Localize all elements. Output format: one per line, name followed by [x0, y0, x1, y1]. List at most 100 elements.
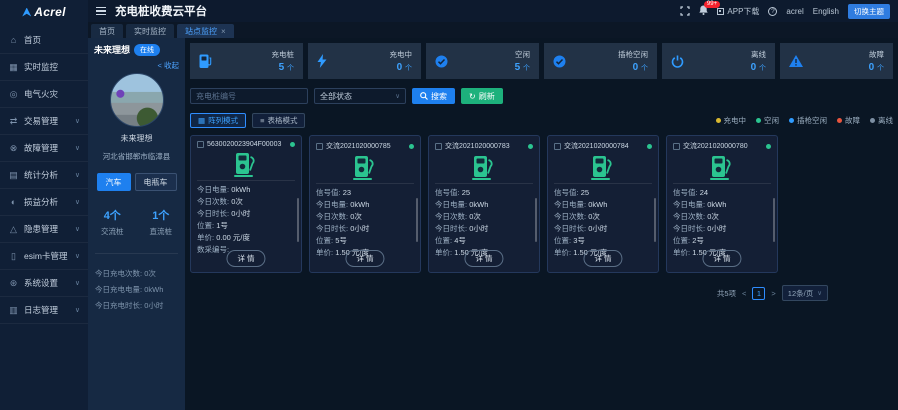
page-size-select[interactable]: 12条/页 ∨: [781, 285, 828, 301]
pile-card: 交流2021020000784 信号值: 25 今日电量: 0kWh 今日次数:…: [547, 135, 659, 273]
status-dot: [647, 143, 652, 149]
chevron-down-icon: ∨: [74, 226, 80, 233]
card-checkbox[interactable]: [316, 142, 323, 150]
pagination-total: 共5项: [716, 288, 737, 298]
card-scrollbar[interactable]: [654, 198, 656, 242]
page-title: 充电桩收费云平台: [115, 6, 207, 18]
stat-label: 离线: [751, 50, 766, 59]
pile-id: 5630020023904F00003: [207, 141, 282, 148]
profit-analysis-icon: ◐: [10, 197, 17, 207]
vehicle-tab-car[interactable]: 汽车: [96, 173, 131, 191]
card-scrollbar[interactable]: [773, 198, 775, 242]
card-checkbox[interactable]: [197, 141, 204, 148]
status-select[interactable]: 全部状态 ∨: [314, 88, 406, 104]
next-page-button[interactable]: >: [771, 289, 775, 298]
top-header: 充电桩收费云平台 99+ APP下载 ? acrel English 切换主题: [88, 0, 898, 22]
sidebar-item-statistics[interactable]: ▤ 统计分析 ∨: [0, 162, 88, 189]
status-dot: [409, 143, 414, 149]
sidebar-item-home[interactable]: ⌂ 首页: [0, 27, 88, 54]
tab-home[interactable]: 首页: [91, 24, 123, 38]
refresh-icon: ↻: [469, 91, 476, 101]
app-download-link[interactable]: APP下载: [717, 6, 759, 17]
legend-offline: 离线: [870, 115, 893, 126]
tab-realtime-monitor[interactable]: 实时监控: [126, 24, 174, 38]
charging-pile-icon: [353, 156, 374, 180]
pile-number-input[interactable]: [190, 88, 308, 104]
qr-code-icon: [717, 7, 725, 15]
collapse-link[interactable]: < 收起: [88, 56, 185, 71]
pile-info: 信号值: 23 今日电量: 0kWh 今日次数: 0次 今日时长: 0小时 位置…: [316, 188, 370, 257]
sidebar-item-transaction-mgmt[interactable]: ⇄ 交易管理 ∨: [0, 108, 88, 135]
realtime-monitor-icon: ▦: [9, 61, 18, 72]
username[interactable]: acrel: [786, 7, 803, 16]
card-scrollbar[interactable]: [297, 198, 299, 242]
detail-button[interactable]: 详 情: [464, 250, 504, 267]
sidebar-item-realtime-monitor[interactable]: ▦ 实时监控: [0, 54, 88, 81]
refresh-button[interactable]: ↻ 刷新: [461, 88, 503, 104]
card-scrollbar[interactable]: [416, 198, 418, 242]
sidebar-item-hazard-mgmt[interactable]: △ 隐患管理 ∨: [0, 216, 88, 243]
status-badge: 在线: [134, 43, 161, 56]
theme-switch-button[interactable]: 切换主题: [848, 3, 890, 19]
stat-label: 插枪空闲: [618, 50, 648, 59]
vehicle-tab-ebike[interactable]: 电瓶车: [134, 173, 177, 191]
mode-row: ▦ 阵列模式 ≡ 表格模式 充电中 空闲 插枪空闲 故障 离线: [190, 113, 893, 128]
app-download-label: APP下载: [727, 6, 760, 16]
legend-idle: 空闲: [756, 115, 779, 126]
pile-id: 交流2021020000783: [445, 143, 510, 150]
fullscreen-icon[interactable]: [680, 6, 690, 16]
detail-button[interactable]: 详 情: [583, 250, 623, 267]
transaction-icon: ⇄: [9, 115, 18, 126]
card-scrollbar[interactable]: [535, 198, 537, 242]
search-button[interactable]: 搜索: [412, 88, 455, 104]
tab-label: 站点监控: [185, 26, 217, 36]
sidebar-item-profit-analysis[interactable]: ◐ 损益分析 ∨: [0, 189, 88, 216]
detail-button[interactable]: 详 情: [345, 250, 385, 267]
table-mode-button[interactable]: ≡ 表格模式: [252, 113, 306, 128]
acrel-logo: Acrel: [0, 0, 88, 24]
sidebar-item-label: 隐患管理: [24, 224, 59, 234]
close-icon[interactable]: ×: [221, 27, 226, 36]
card-checkbox[interactable]: [435, 142, 442, 150]
card-checkbox[interactable]: [673, 142, 680, 150]
grid-icon: ▦: [198, 116, 206, 125]
sidebar-item-electrical-fire[interactable]: ◎ 电气火灾: [0, 81, 88, 108]
charging-pile-icon: [234, 153, 255, 177]
chevron-down-icon: ∨: [74, 280, 80, 287]
sidebar-item-log-mgmt[interactable]: ▥ 日志管理 ∨: [0, 297, 88, 324]
tab-site-monitor[interactable]: 站点监控 ×: [177, 24, 234, 38]
prev-page-button[interactable]: <: [742, 289, 746, 298]
chevron-down-icon: ∨: [74, 199, 80, 206]
ac-pile-stat: 4个 交流桩: [101, 207, 124, 237]
notifications-button[interactable]: 99+: [699, 1, 720, 17]
stat-label: 充电中: [389, 50, 413, 59]
site-photo-caption: 未来理想: [120, 134, 153, 143]
pile-id: 交流2021020000780: [683, 143, 748, 150]
sidebar-item-esim-mgmt[interactable]: ▯ esim卡管理 ∨: [0, 243, 88, 270]
sidebar-item-label: 统计分析: [24, 170, 59, 180]
stats-row: 充电桩 5 个 充电中 0 个 空闲 5 个 插枪空闲 0 个 离线 0 个 故障 0 个: [190, 43, 893, 79]
pile-id: 交流2021020000785: [326, 143, 391, 150]
grid-mode-button[interactable]: ▦ 阵列模式: [190, 113, 247, 128]
help-icon[interactable]: ?: [768, 6, 778, 16]
stat-label: 故障: [869, 50, 884, 59]
sidebar: Acrel ⌂ 首页 ▦ 实时监控 ◎ 电气火灾 ⇄ 交易管理 ∨ ⊗ 故障管理 ∨ ▤ 统计分…: [0, 0, 88, 410]
charging-pile-icon: [472, 156, 493, 180]
detail-button[interactable]: 详 情: [226, 250, 266, 267]
menu-toggle-icon[interactable]: [96, 7, 106, 15]
status-dot: [290, 142, 295, 147]
pile-info: 信号值: 25 今日电量: 0kWh 今日次数: 0次 今日时长: 0小时 位置…: [435, 188, 489, 257]
card-checkbox[interactable]: [554, 142, 561, 150]
tab-label: 首页: [99, 26, 115, 36]
sidebar-item-system-settings[interactable]: ⊛ 系统设置 ∨: [0, 270, 88, 297]
electrical-fire-icon: ◎: [9, 88, 18, 99]
current-page[interactable]: 1: [752, 286, 766, 300]
chevron-down-icon: ∨: [817, 290, 822, 297]
tab-label: 实时监控: [134, 26, 166, 36]
language-switch[interactable]: English: [813, 7, 839, 16]
stat-label: 空闲: [515, 50, 530, 59]
detail-button[interactable]: 详 情: [702, 250, 742, 267]
sidebar-item-label: 电气火灾: [24, 89, 59, 99]
sidebar-item-fault-mgmt[interactable]: ⊗ 故障管理 ∨: [0, 135, 88, 162]
pile-info: 信号值: 25 今日电量: 0kWh 今日次数: 0次 今日时长: 0小时 位置…: [554, 188, 608, 257]
